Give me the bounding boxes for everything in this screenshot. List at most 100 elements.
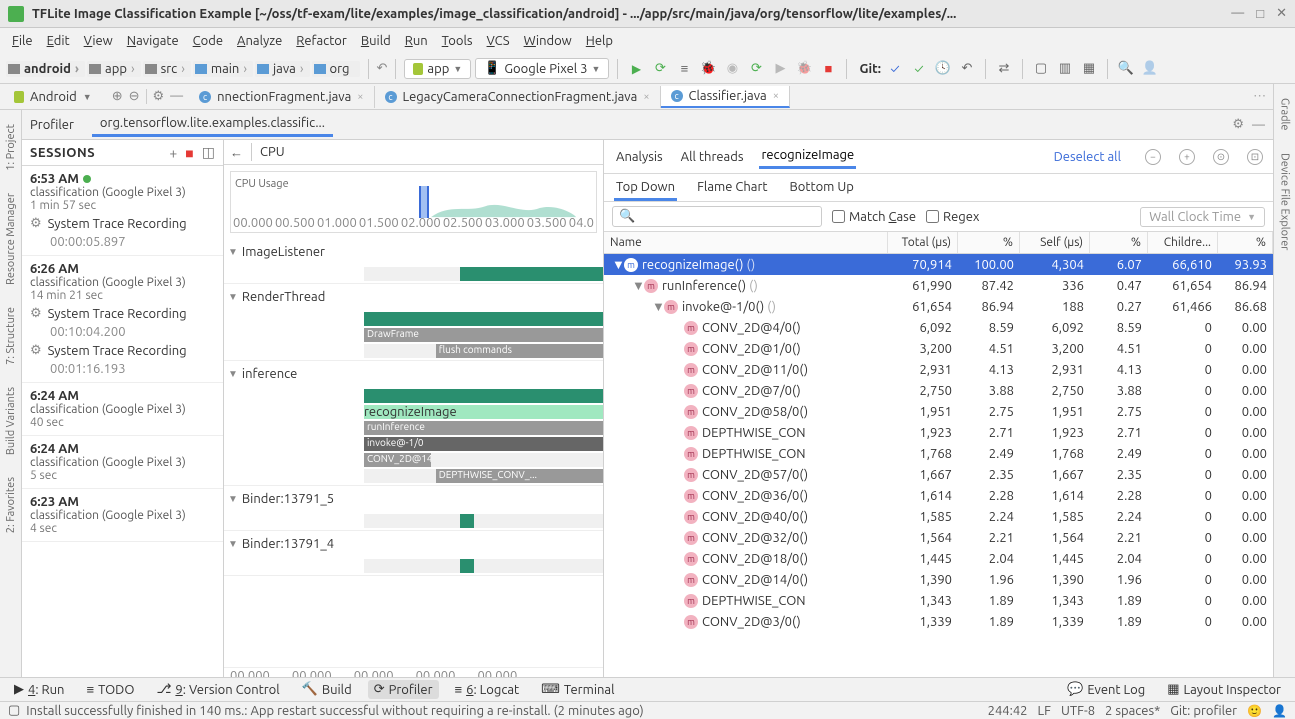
git-branch[interactable]: Git: profiler [1170, 704, 1237, 718]
tree-row[interactable]: mDEPTHWISE_CON1,7682.491,7682.4900.00 [604, 443, 1273, 464]
zoom-out-icon[interactable]: − [1145, 149, 1161, 165]
git-history-button[interactable]: 🕓 [933, 59, 953, 79]
recording-item[interactable]: ⚙System Trace Recording [30, 343, 215, 358]
resource-manager-button[interactable]: ▦ [1079, 59, 1099, 79]
line-separator[interactable]: LF [1038, 704, 1051, 718]
caret-position[interactable]: 244:42 [988, 704, 1028, 718]
left-tool-tab[interactable]: 1: Project [3, 116, 19, 179]
filter-search[interactable]: 🔍 [612, 206, 822, 227]
tree-row[interactable]: ▼mrunInference() ()61,99087.423360.4761,… [604, 275, 1273, 296]
selection-range[interactable] [419, 186, 429, 218]
tree-row[interactable]: mCONV_2D@36/0()1,6142.281,6142.2800.00 [604, 485, 1273, 506]
chevron-down-icon[interactable]: ▼ [228, 246, 238, 258]
left-tool-tab[interactable]: Build Variants [3, 379, 19, 463]
menu-view[interactable]: View [78, 32, 119, 50]
deselect-all-link[interactable]: Deselect all [1054, 150, 1121, 164]
regex-checkbox[interactable]: Regex [926, 210, 979, 224]
column-header[interactable]: Total (µs) [888, 232, 958, 253]
tree-row[interactable]: mCONV_2D@3/0()1,3391.891,3391.8900.00 [604, 611, 1273, 632]
menu-tools[interactable]: Tools [436, 32, 479, 50]
code-swap-button[interactable]: ≡ [674, 59, 694, 79]
tree-row[interactable]: ▼minvoke@-1/0() ()61,65486.941880.2761,4… [604, 296, 1273, 317]
session-item[interactable]: 6:24 AMclassification (Google Pixel 3)40… [22, 383, 223, 436]
charset[interactable]: UTF-8 [1061, 704, 1095, 718]
tree-row[interactable]: mCONV_2D@1/0()3,2004.513,2004.5100.00 [604, 338, 1273, 359]
filter-input[interactable] [639, 210, 815, 223]
indent[interactable]: 2 spaces* [1105, 704, 1160, 718]
tree-row[interactable]: mCONV_2D@4/0()6,0928.596,0928.5900.00 [604, 317, 1273, 338]
bottom-tab[interactable]: ⟳Profiler [368, 680, 439, 699]
menu-run[interactable]: Run [399, 32, 434, 50]
left-tool-tab[interactable]: Resource Manager [3, 185, 19, 293]
analysis-tab[interactable]: All threads [679, 146, 746, 168]
hide-icon[interactable]: ― [170, 89, 183, 104]
attach-process-button[interactable]: 🐞 [794, 59, 814, 79]
device-combo[interactable]: 📱 Google Pixel 3 ▼ [475, 58, 609, 79]
view-tab[interactable]: Flame Chart [695, 176, 769, 201]
recording-item[interactable]: ⚙System Trace Recording [30, 216, 215, 231]
match-case-checkbox[interactable]: Match Case [832, 210, 916, 224]
profiler-package[interactable]: org.tensorflow.lite.examples.classific..… [92, 112, 333, 137]
column-header[interactable]: Self (µs) [1020, 232, 1090, 253]
menu-navigate[interactable]: Navigate [121, 32, 185, 50]
analysis-tab[interactable]: Analysis [614, 146, 665, 168]
column-header[interactable]: Childre... [1148, 232, 1218, 253]
session-item[interactable]: 6:26 AMclassification (Google Pixel 3)14… [22, 256, 223, 383]
stop-session-button[interactable]: ■ [185, 145, 193, 161]
analysis-tab[interactable]: recognizeImage [759, 144, 856, 169]
bottom-tab[interactable]: 🔨Build [296, 680, 358, 699]
tree-row[interactable]: mCONV_2D@14/0()1,3901.961,3901.9600.00 [604, 569, 1273, 590]
thread-row[interactable]: ▼inferencerecognizeImagerunInferenceinvo… [224, 361, 603, 486]
tree-row[interactable]: ▼mrecognizeImage() ()70,914100.004,3046.… [604, 254, 1273, 275]
session-item[interactable]: 6:53 AMclassification (Google Pixel 3)1 … [22, 166, 223, 256]
breadcrumb-app[interactable]: app [87, 61, 141, 77]
profiler-settings-icon[interactable]: ⚙ [1232, 117, 1244, 132]
file-tab[interactable]: cLegacyCameraConnectionFragment.java× [375, 86, 661, 108]
avd-manager-button[interactable]: ▢ [1031, 59, 1051, 79]
sdk-manager-button[interactable]: ▥ [1055, 59, 1075, 79]
tree-row[interactable]: mDEPTHWISE_CON1,9232.711,9232.7100.00 [604, 422, 1273, 443]
collapse-icon[interactable]: ⊖ [129, 89, 140, 104]
file-tab[interactable]: cnnectionFragment.java× [189, 86, 374, 108]
bottom-tab[interactable]: ▶4: Run [8, 680, 70, 699]
coverage-button[interactable]: ◉ [722, 59, 742, 79]
minimize-icon[interactable]: ― [1231, 6, 1244, 21]
clock-mode-combo[interactable]: Wall Clock Time ▼ [1140, 207, 1265, 227]
profile-button[interactable]: ⟳ [746, 59, 766, 79]
git-rollback-button[interactable]: ↶ [957, 59, 977, 79]
attach-debugger-button[interactable]: ▶ [770, 59, 790, 79]
breadcrumb-org[interactable]: org [312, 61, 360, 77]
debug-button[interactable]: 🐞 [698, 59, 718, 79]
git-commit-button[interactable]: ✓ [909, 59, 929, 79]
menu-file[interactable]: File [6, 32, 39, 50]
bottom-tab[interactable]: ▦Layout Inspector [1161, 680, 1287, 699]
locate-icon[interactable]: ⊕ [112, 89, 123, 104]
close-tab-icon[interactable]: × [357, 91, 363, 103]
recording-item[interactable]: ⚙System Trace Recording [30, 306, 215, 321]
tree-row[interactable]: mCONV_2D@11/0()2,9314.132,9314.1300.00 [604, 359, 1273, 380]
status-icon[interactable]: ▢ [8, 703, 20, 718]
tree-row[interactable]: mCONV_2D@58/0()1,9512.751,9512.7500.00 [604, 401, 1273, 422]
back-button[interactable]: ← [230, 145, 243, 160]
column-header[interactable]: % [1090, 232, 1148, 253]
project-view-combo[interactable]: Android ▼ [6, 88, 100, 106]
bottom-tab[interactable]: ≡TODO [80, 680, 140, 699]
cpu-usage-chart[interactable]: CPU Usage 00.00000.50001.00001.50002.000… [230, 171, 597, 233]
menu-refactor[interactable]: Refactor [290, 32, 353, 50]
add-session-button[interactable]: + [169, 145, 177, 161]
apply-changes-button[interactable]: ⟳ [650, 59, 670, 79]
zoom-selection-icon[interactable]: ⊡ [1247, 149, 1263, 165]
expand-icon[interactable]: ▼ [652, 299, 664, 314]
right-tool-tab[interactable]: Device File Explorer [1277, 145, 1293, 258]
tree-row[interactable]: mCONV_2D@57/0()1,6672.351,6672.3500.00 [604, 464, 1273, 485]
view-tab[interactable]: Top Down [614, 176, 677, 201]
close-tab-icon[interactable]: × [643, 91, 649, 103]
expand-icon[interactable]: ▼ [632, 278, 644, 293]
expand-icon[interactable]: ▼ [612, 257, 624, 272]
breadcrumb-main[interactable]: main [193, 61, 253, 77]
menu-edit[interactable]: Edit [41, 32, 76, 50]
chevron-down-icon[interactable]: ▼ [228, 493, 238, 505]
session-item[interactable]: 6:23 AMclassification (Google Pixel 3)4 … [22, 489, 223, 542]
tree-row[interactable]: mCONV_2D@7/0()2,7503.882,7503.8800.00 [604, 380, 1273, 401]
git-update-button[interactable]: ✓ [885, 59, 905, 79]
